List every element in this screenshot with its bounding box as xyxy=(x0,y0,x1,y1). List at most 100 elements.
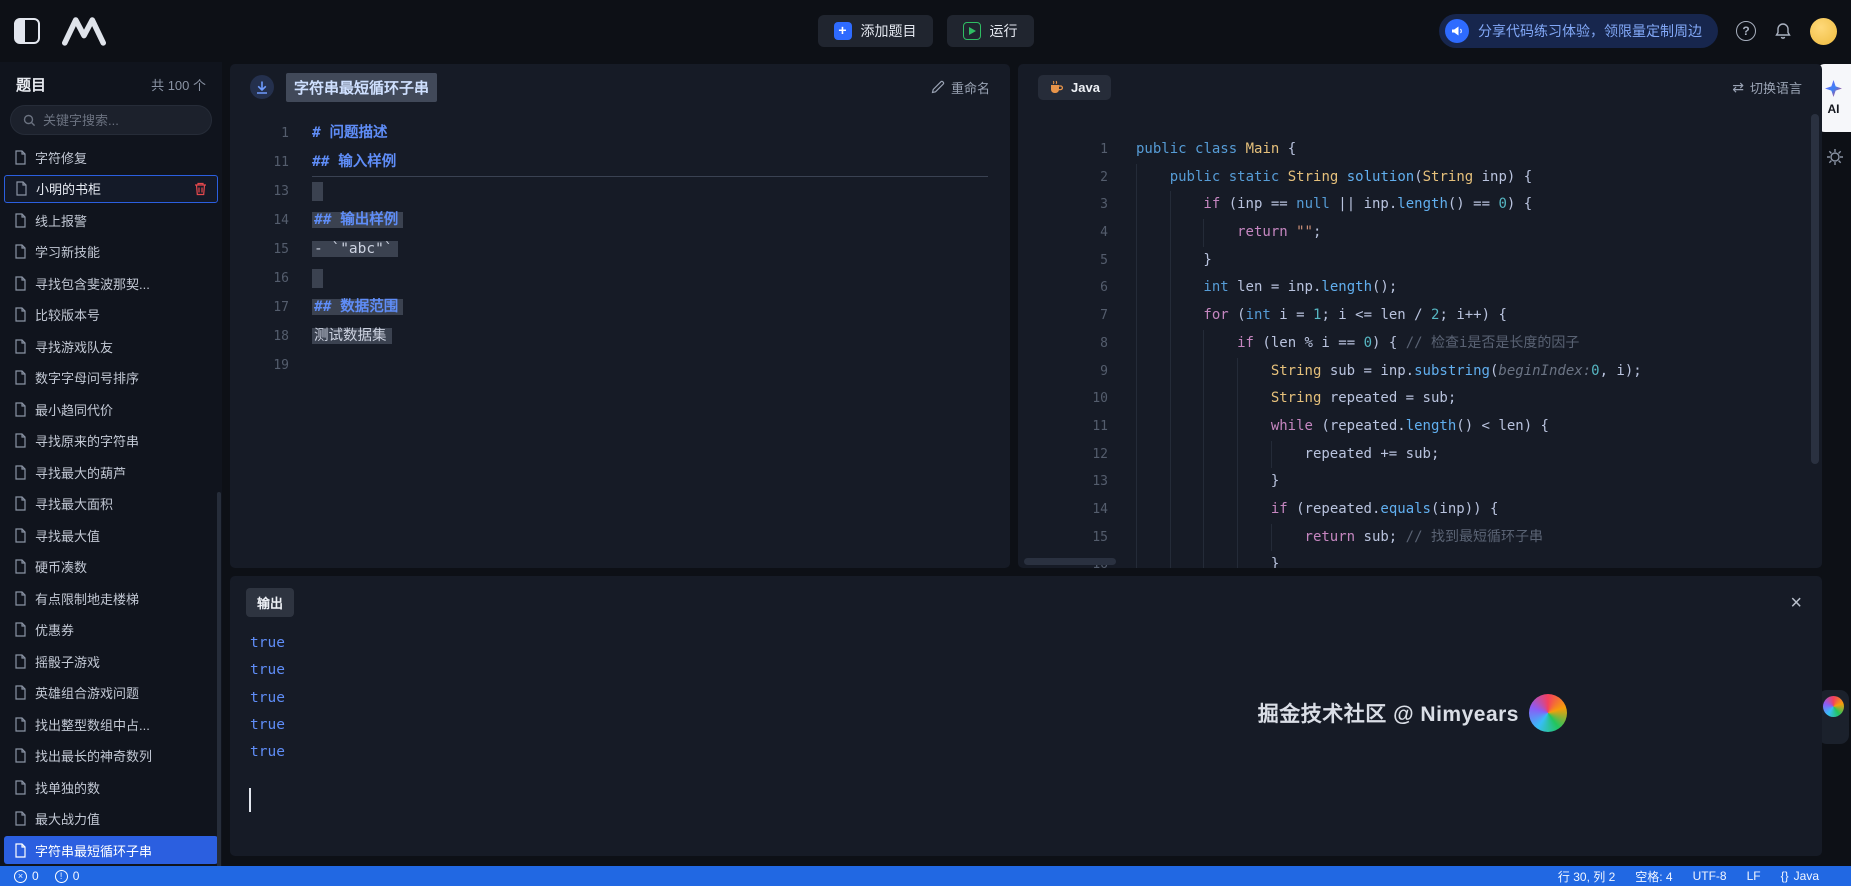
assistant-float-button[interactable] xyxy=(1818,690,1849,744)
line-number: 12 xyxy=(1018,441,1108,469)
bell-icon[interactable] xyxy=(1774,22,1792,41)
code-line[interactable]: 11while (repeated.length() < len) { xyxy=(1018,413,1822,441)
sidebar-item[interactable]: 寻找游戏队友 xyxy=(4,332,218,360)
markdown-line[interactable]: 17## 数据范围 xyxy=(230,293,1010,322)
problem-editor-lines[interactable]: 1# 问题描述11## 输入样例1314## 输出样例15- `"abc"`16… xyxy=(230,110,1010,568)
sidebar-item-label: 寻找最大面积 xyxy=(35,494,113,513)
sidebar-item[interactable]: 寻找原来的字符串 xyxy=(4,427,218,455)
sidebar-item[interactable]: 找单独的数 xyxy=(4,773,218,801)
trash-icon[interactable] xyxy=(194,182,207,196)
indent-guide xyxy=(1136,413,1170,441)
rename-button[interactable]: 重命名 xyxy=(931,78,990,97)
code-line[interactable]: 9String sub = inp.substring(beginIndex:0… xyxy=(1018,358,1822,386)
sidebar-item[interactable]: 字符串最短循环子串 xyxy=(4,836,218,864)
code-line[interactable]: 15return sub; // 找到最短循环子串 xyxy=(1018,524,1822,552)
run-button[interactable]: 运行 xyxy=(947,15,1034,47)
sidebar-item[interactable]: 小明的书柜 xyxy=(4,175,218,203)
sidebar-item[interactable]: 最小趋同代价 xyxy=(4,395,218,423)
sidebar-item[interactable]: 最大战力值 xyxy=(4,805,218,833)
help-icon[interactable]: ? xyxy=(1736,21,1756,41)
search-input[interactable] xyxy=(43,113,199,128)
cursor-position[interactable]: 行 30, 列 2 xyxy=(1558,868,1615,885)
topbar: + 添加题目 运行 分享代码练习体验，领限量定制周边 ? xyxy=(0,0,1851,62)
language-badge[interactable]: Java xyxy=(1038,75,1111,100)
markdown-line[interactable]: 13 xyxy=(230,177,1010,206)
code-line[interactable]: 8if (len % i == 0) { // 检查i是否是长度的因子 xyxy=(1018,330,1822,358)
close-icon[interactable]: × xyxy=(1790,593,1802,613)
code-line[interactable]: 1public class Main { xyxy=(1018,136,1822,164)
sidebar-item[interactable]: 寻找包含斐波那契... xyxy=(4,269,218,297)
markdown-line[interactable]: 1# 问题描述 xyxy=(230,119,1010,148)
document-icon xyxy=(14,213,27,228)
code-line[interactable]: 16} xyxy=(1018,551,1822,568)
horizontal-scrollbar[interactable] xyxy=(1024,558,1116,565)
code-line[interactable]: 4return ""; xyxy=(1018,219,1822,247)
sidebar-item[interactable]: 摇骰子游戏 xyxy=(4,647,218,675)
sidebar-item[interactable]: 优惠券 xyxy=(4,616,218,644)
sidebar-item[interactable]: 英雄组合游戏问题 xyxy=(4,679,218,707)
errors-indicator[interactable]: × 0 xyxy=(14,869,39,883)
code-editor-lines[interactable]: 1public class Main {2public static Strin… xyxy=(1018,110,1822,568)
avatar[interactable] xyxy=(1810,18,1837,45)
code-line[interactable]: 10String repeated = sub; xyxy=(1018,385,1822,413)
watermark-text: 掘金技术社区 @ Nimyears xyxy=(1258,698,1519,728)
markdown-line[interactable]: 19 xyxy=(230,351,1010,380)
search-box[interactable] xyxy=(10,105,212,135)
error-icon: × xyxy=(14,870,27,883)
app-logo-icon[interactable] xyxy=(62,16,106,46)
sidebar-item[interactable]: 数字字母问号排序 xyxy=(4,364,218,392)
code-line[interactable]: 13} xyxy=(1018,468,1822,496)
sidebar-item[interactable]: 找出最长的神奇数列 xyxy=(4,742,218,770)
sidebar-scrollbar[interactable] xyxy=(217,492,221,866)
indent-guide xyxy=(1170,385,1204,413)
line-number: 19 xyxy=(230,351,289,380)
promo-banner[interactable]: 分享代码练习体验，领限量定制周边 xyxy=(1439,14,1718,48)
eol-sequence[interactable]: LF xyxy=(1747,869,1761,883)
braces-icon: {} xyxy=(1781,869,1789,883)
add-problem-button[interactable]: + 添加题目 xyxy=(818,15,933,47)
document-icon xyxy=(14,307,27,322)
markdown-line[interactable]: 18测试数据集 xyxy=(230,322,1010,351)
document-icon xyxy=(14,780,27,795)
code-line[interactable]: 7for (int i = 1; i <= len / 2; i++) { xyxy=(1018,302,1822,330)
sidebar-item[interactable]: 硬币凑数 xyxy=(4,553,218,581)
sidebar-item-label: 字符串最短循环子串 xyxy=(35,841,152,860)
sidebar-item[interactable]: 学习新技能 xyxy=(4,238,218,266)
sidebar-toggle-icon[interactable] xyxy=(14,18,40,44)
document-icon xyxy=(14,748,27,763)
settings-gear-icon[interactable] xyxy=(1826,148,1844,166)
markdown-line[interactable]: 15- `"abc"` xyxy=(230,235,1010,264)
code-line[interactable]: 14if (repeated.equals(inp)) { xyxy=(1018,496,1822,524)
encoding[interactable]: UTF-8 xyxy=(1693,869,1727,883)
sidebar-item[interactable]: 寻找最大面积 xyxy=(4,490,218,518)
code-line[interactable]: 12repeated += sub; xyxy=(1018,441,1822,469)
warnings-indicator[interactable]: ! 0 xyxy=(55,869,80,883)
indent-guide xyxy=(1136,219,1170,247)
code-line[interactable]: 5} xyxy=(1018,247,1822,275)
sidebar-item[interactable]: 寻找最大的葫芦 xyxy=(4,458,218,486)
output-tab[interactable]: 输出 xyxy=(246,588,294,617)
indent-guide xyxy=(1237,441,1271,469)
problem-title[interactable]: 字符串最短循环子串 xyxy=(286,73,437,102)
code-line[interactable]: 3if (inp == null || inp.length() == 0) { xyxy=(1018,191,1822,219)
markdown-line[interactable]: 14## 输出样例 xyxy=(230,206,1010,235)
markdown-line[interactable]: 16 xyxy=(230,264,1010,293)
sidebar-item[interactable]: 比较版本号 xyxy=(4,301,218,329)
language-mode[interactable]: {} Java xyxy=(1781,869,1819,883)
document-icon xyxy=(14,654,27,669)
sidebar-item[interactable]: 找出整型数组中占... xyxy=(4,710,218,738)
code-line[interactable]: 6int len = inp.length(); xyxy=(1018,274,1822,302)
sidebar-item[interactable]: 线上报警 xyxy=(4,206,218,234)
download-icon[interactable] xyxy=(250,75,274,99)
vertical-scrollbar[interactable] xyxy=(1811,114,1819,464)
sidebar-item[interactable]: 有点限制地走楼梯 xyxy=(4,584,218,612)
plus-icon: + xyxy=(834,22,852,40)
sidebar-item[interactable]: 字符修复 xyxy=(4,143,218,171)
line-number: 13 xyxy=(230,177,289,206)
markdown-line[interactable]: 11## 输入样例 xyxy=(230,148,1010,177)
code-line[interactable]: 2public static String solution(String in… xyxy=(1018,164,1822,192)
document-icon xyxy=(15,181,28,196)
sidebar-item[interactable]: 寻找最大值 xyxy=(4,521,218,549)
switch-language-button[interactable]: ⇄ 切换语言 xyxy=(1732,78,1802,97)
indentation[interactable]: 空格: 4 xyxy=(1635,868,1672,885)
